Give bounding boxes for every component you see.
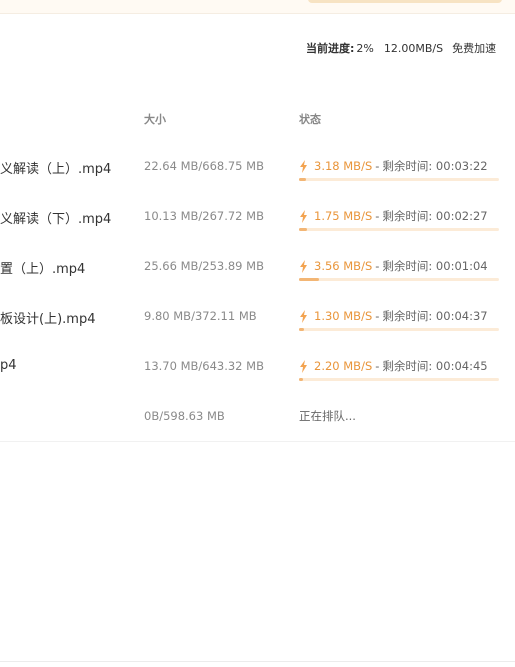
- progress-summary: 当前进度: 2% 12.00MB/S 免费加速: [306, 40, 496, 56]
- file-size: 10.13 MB/267.72 MB: [144, 209, 264, 223]
- download-row[interactable]: 义解读（上）.mp4 22.64 MB/668.75 MB 3.18 MB/S - 剩余…: [0, 140, 515, 190]
- file-name: p4: [0, 358, 17, 373]
- download-speed: 3.56 MB/S: [314, 259, 373, 273]
- file-size: 0B/598.63 MB: [144, 409, 225, 423]
- download-speed: 3.18 MB/S: [314, 159, 373, 173]
- separator: -: [375, 309, 380, 323]
- separator: -: [375, 209, 380, 223]
- summary-label: 当前进度:: [306, 42, 355, 55]
- lightning-icon: [299, 359, 308, 373]
- download-row[interactable]: p4 13.70 MB/643.32 MB 2.20 MB/S - 剩余时间: 00:0…: [0, 340, 515, 390]
- separator: -: [375, 159, 380, 173]
- download-status: 1.30 MB/S - 剩余时间: 00:04:37: [299, 309, 488, 323]
- file-size: 13.70 MB/643.32 MB: [144, 359, 264, 373]
- progress-bar: [299, 228, 499, 231]
- file-name: 置（上）.mp4: [0, 262, 86, 277]
- file-size: 9.80 MB/372.11 MB: [144, 309, 257, 323]
- download-row[interactable]: 0B/598.63 MB 正在排队...: [0, 390, 515, 440]
- time-remaining: 剩余时间: 00:02:27: [382, 209, 488, 223]
- time-remaining: 剩余时间: 00:04:45: [382, 359, 488, 373]
- progress-fill: [299, 328, 305, 331]
- progress-fill: [299, 378, 304, 381]
- separator: -: [375, 359, 380, 373]
- lightning-icon: [299, 159, 308, 173]
- top-banner: [0, 0, 515, 14]
- footer-divider: [0, 661, 515, 662]
- download-status: 3.56 MB/S - 剩余时间: 00:01:04: [299, 259, 488, 273]
- summary-speed: 12.00MB/S: [383, 41, 444, 55]
- progress-bar: [299, 278, 499, 281]
- download-row[interactable]: 义解读（下）.mp4 10.13 MB/267.72 MB 1.75 MB/S - 剩余…: [0, 190, 515, 240]
- download-row[interactable]: 置（上）.mp4 25.66 MB/253.89 MB 3.56 MB/S - 剩余时间…: [0, 240, 515, 290]
- file-name: 义解读（上）.mp4: [0, 162, 112, 177]
- file-size: 25.66 MB/253.89 MB: [144, 259, 264, 273]
- separator: -: [375, 259, 380, 273]
- progress-fill: [299, 278, 320, 281]
- lightning-icon: [299, 309, 308, 323]
- file-size: 22.64 MB/668.75 MB: [144, 159, 264, 173]
- time-remaining: 剩余时间: 00:03:22: [382, 159, 488, 173]
- download-status: 正在排队...: [299, 409, 356, 423]
- download-list: 义解读（上）.mp4 22.64 MB/668.75 MB 3.18 MB/S - 剩余…: [0, 140, 515, 440]
- progress-bar: [299, 178, 499, 181]
- banner-tab[interactable]: [308, 0, 502, 3]
- list-bottom-divider: [0, 441, 515, 442]
- progress-fill: [299, 178, 306, 181]
- download-speed: 1.30 MB/S: [314, 309, 373, 323]
- free-accelerate-link[interactable]: 免费加速: [452, 40, 496, 56]
- lightning-icon: [299, 209, 308, 223]
- download-row[interactable]: 板设计(上).mp4 9.80 MB/372.11 MB 1.30 MB/S - 剩余时…: [0, 290, 515, 340]
- progress-bar: [299, 378, 499, 381]
- download-status: 3.18 MB/S - 剩余时间: 00:03:22: [299, 159, 488, 173]
- time-remaining: 剩余时间: 00:04:37: [382, 309, 488, 323]
- time-remaining: 剩余时间: 00:01:04: [382, 259, 488, 273]
- column-header-status[interactable]: 状态: [299, 111, 321, 127]
- summary-percent: 2%: [356, 41, 374, 55]
- queued-status: 正在排队...: [299, 409, 356, 423]
- lightning-icon: [299, 259, 308, 273]
- download-speed: 2.20 MB/S: [314, 359, 373, 373]
- progress-fill: [299, 228, 307, 231]
- progress-bar: [299, 328, 499, 331]
- download-status: 2.20 MB/S - 剩余时间: 00:04:45: [299, 359, 488, 373]
- download-manager: 当前进度: 2% 12.00MB/S 免费加速 大小 状态 义解读（上）.mp4…: [0, 0, 515, 667]
- download-status: 1.75 MB/S - 剩余时间: 00:02:27: [299, 209, 488, 223]
- file-name: 义解读（下）.mp4: [0, 212, 112, 227]
- column-header-size[interactable]: 大小: [144, 111, 166, 127]
- download-speed: 1.75 MB/S: [314, 209, 373, 223]
- file-name: 板设计(上).mp4: [0, 312, 96, 327]
